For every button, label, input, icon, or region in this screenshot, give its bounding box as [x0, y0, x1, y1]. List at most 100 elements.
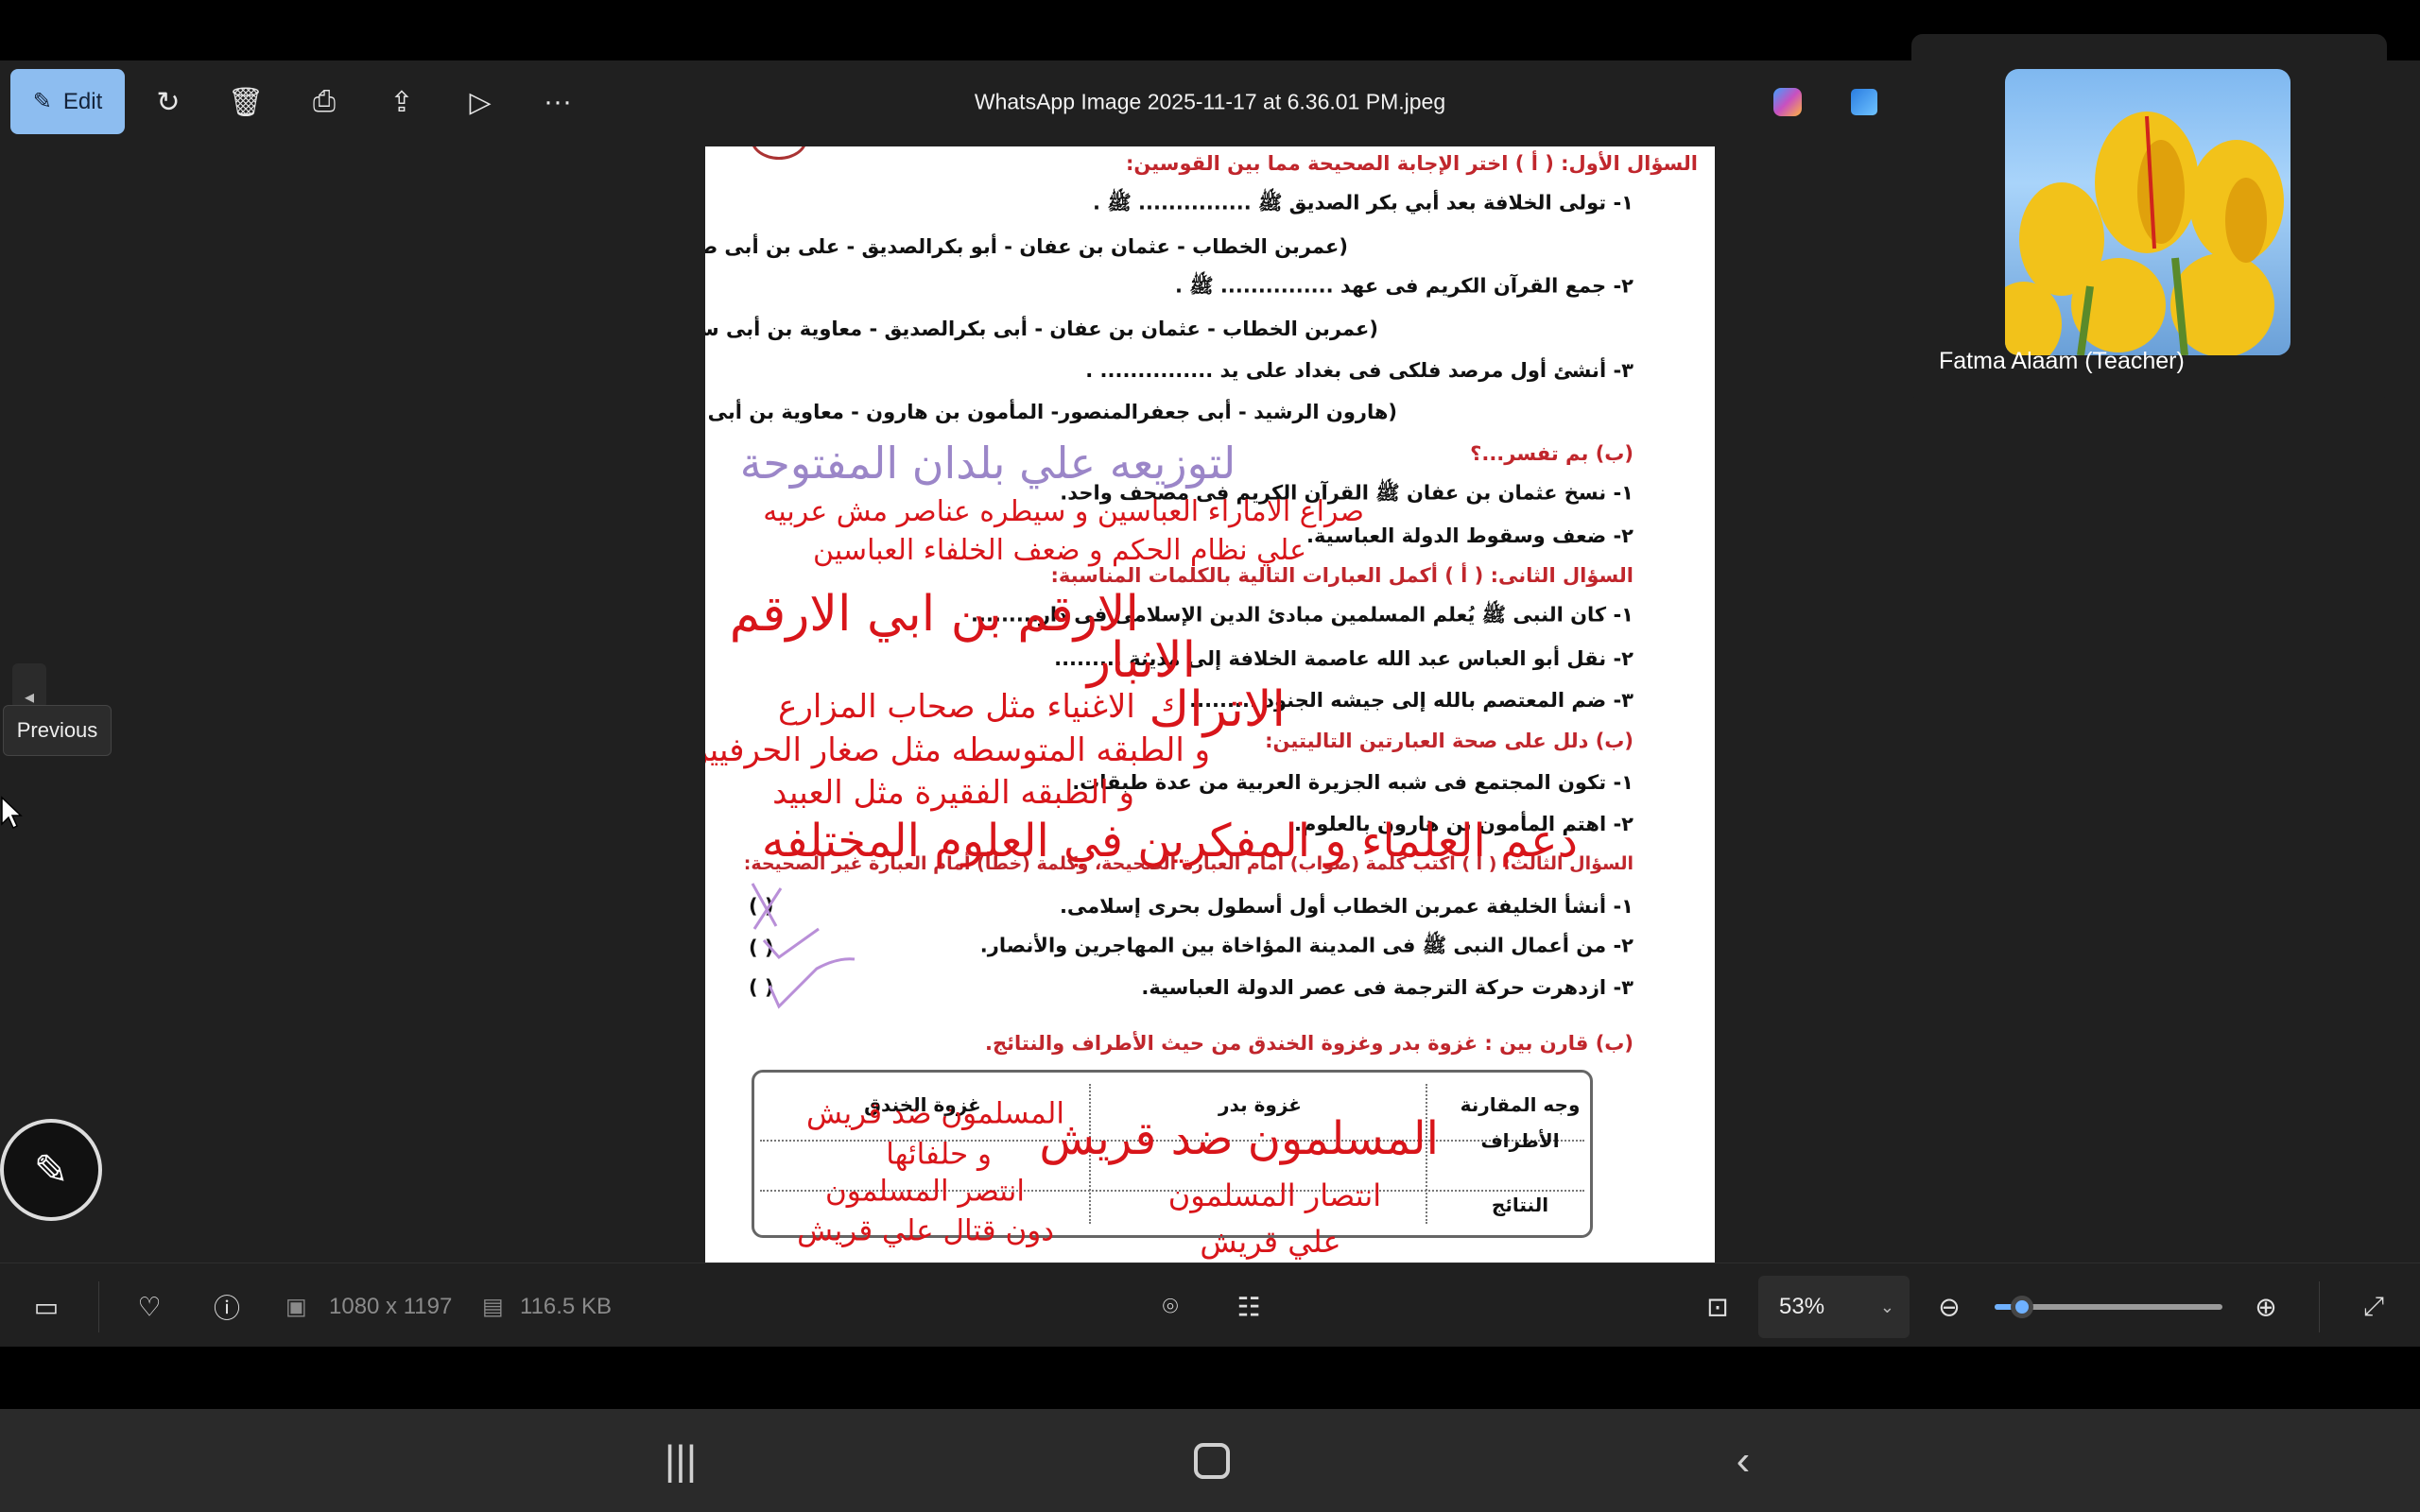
answer-b2-line2: علي نظام الحكم و ضعف الخلفاء العباسين — [819, 537, 1306, 565]
file-size: 116.5 KB — [520, 1294, 612, 1320]
q1-options-1: (عمربن الخطاب - عثمان بن عفان - أبو بكرا… — [705, 235, 1348, 258]
zoom-slider[interactable] — [1995, 1304, 2222, 1310]
home-icon — [1194, 1443, 1230, 1479]
recent-apps-button[interactable]: ||| — [665, 1437, 697, 1485]
zoom-slider-thumb[interactable] — [2011, 1296, 2033, 1318]
text-scan-icon: ☷ — [1236, 1293, 1260, 1322]
heart-icon: ♡ — [137, 1293, 161, 1322]
document-image: السؤال الأول: ( أ ) اختر الإجابة الصحيحة… — [705, 146, 1715, 1263]
edit-button[interactable]: ✎ Edit — [10, 69, 125, 134]
mouse-cursor-icon — [0, 796, 23, 830]
zoom-level: 53% — [1779, 1294, 1824, 1320]
info-icon: ⓘ — [214, 1294, 240, 1323]
q1b-header: (ب) بم تفسر...؟ — [1470, 442, 1634, 465]
slideshow-icon: ▷ — [469, 86, 491, 119]
answer-a1: الارقم بن ابي الارقم — [764, 590, 1139, 639]
back-icon: ‹ — [1737, 1437, 1751, 1484]
more-button[interactable]: ··· — [531, 76, 584, 129]
designer-button[interactable] — [1838, 76, 1891, 129]
copilot-icon — [1773, 88, 1802, 116]
q1-header: السؤال الأول: ( أ ) اختر الإجابة الصحيحة… — [1126, 152, 1698, 175]
fullscreen-button[interactable]: ⤢ — [2363, 1292, 2384, 1323]
print-button[interactable]: ⎙ — [298, 76, 351, 129]
slideshow-button[interactable]: ▷ — [454, 76, 507, 129]
android-nav-bar: ||| ‹ — [0, 1409, 2420, 1512]
zoom-out-button[interactable]: ⊖ — [1938, 1292, 1960, 1323]
answer-badr-result-line1: انتصار المسلمون — [1160, 1180, 1390, 1211]
copilot-button[interactable] — [1761, 76, 1814, 129]
scan-icon: ⌾ — [1163, 1292, 1179, 1321]
more-icon: ··· — [544, 86, 572, 118]
zoom-in-button[interactable]: ⊕ — [2255, 1292, 2276, 1323]
edit-image-icon: ✎ — [33, 88, 52, 115]
chevron-down-icon: ⌄ — [1880, 1297, 1894, 1317]
text-extract-button[interactable]: ☷ — [1236, 1292, 1260, 1323]
page-number-circle — [751, 146, 807, 160]
designer-icon — [1851, 89, 1877, 115]
annotate-pen-button[interactable]: ✎ — [0, 1119, 102, 1221]
q3-item-2: ٢- من أعمال النبى ﷺ فى المدينة المؤاخاة … — [980, 934, 1634, 963]
print-icon: ⎙ — [313, 86, 336, 118]
file-size-icon: ▤ — [482, 1294, 504, 1321]
q2-header: السؤال الثانى: ( أ ) أكمل العبارات التال… — [1050, 564, 1634, 587]
fit-icon: ⊡ — [1706, 1293, 1728, 1322]
visual-search-button[interactable]: ⌾ — [1163, 1292, 1179, 1323]
answer-c1-line2: و الطبقه المتوسطه مثل صغار الحرفيين — [705, 734, 1210, 766]
share-icon: ⇪ — [389, 86, 413, 119]
answer-khandaq-sides-line2: و حلفائها — [887, 1141, 992, 1170]
expand-icon: ⤢ — [2363, 1292, 2384, 1321]
delete-button[interactable]: 🗑 — [219, 76, 272, 129]
q1-item-3: ٣- أنشئ أول مرصد فلكى فى بغداد على يد ..… — [1085, 359, 1634, 382]
answer-badr-result-line2: علي قريش — [1193, 1227, 1348, 1257]
edit-label: Edit — [63, 89, 102, 115]
q1-item-2: ٢- جمع القرآن الكريم فى عهد ............… — [1175, 274, 1634, 303]
q2b-header: (ب) دلل على صحة العبارتين التاليتين: — [1265, 730, 1634, 752]
answer-a2: الانبار — [1076, 636, 1207, 685]
table-header-aspect: وجه المقارنة — [1461, 1093, 1581, 1116]
delete-icon: 🗑 — [228, 86, 264, 119]
recents-icon: ||| — [665, 1437, 697, 1484]
answer-c1-line1: الاغنياء مثل صحاب المزارع — [775, 691, 1138, 723]
pencil-icon: ✎ — [34, 1146, 69, 1194]
q3-item-3: ٣- ازدهرت حركة الترجمة فى عصر الدولة الع… — [1141, 976, 1634, 999]
zoom-out-icon: ⊖ — [1938, 1293, 1960, 1322]
answer-badr-sides: المسلمون ضد قريش — [1058, 1116, 1439, 1161]
q3-item-1: ١- أنشأ الخليفة عمربن الخطاب أول أسطول ب… — [1060, 895, 1634, 918]
table-row-results: النتائج — [1492, 1194, 1548, 1216]
q1-options-2: (عمربن الخطاب - عثمان بن عفان - أبى بكرا… — [705, 318, 1378, 340]
answer-c2: دعم العلماء و المفكرين في العلوم المختلف… — [783, 818, 1578, 864]
participant-photo — [2005, 69, 2290, 355]
participant-name: Fatma Alaam (Teacher) — [1939, 348, 2185, 375]
q1-options-3: (هارون الرشيد - أبى جعفرالمنصور- المأمون… — [705, 401, 1397, 423]
previous-button[interactable]: ◂ — [12, 663, 46, 709]
filmstrip-icon: ▭ — [34, 1293, 59, 1322]
zoom-level-dropdown[interactable]: 53% ⌄ — [1758, 1276, 1910, 1338]
table-row-sides: الأطراف — [1480, 1129, 1559, 1152]
zoom-in-icon: ⊕ — [2255, 1293, 2276, 1322]
check-marks — [743, 874, 866, 1016]
answer-c1-line3: و الطبقه الفقيرة مثل العبيد — [784, 777, 1134, 809]
dimensions-icon: ▣ — [285, 1294, 307, 1321]
answer-khandaq-result-line2: دون قتال علي قريش — [800, 1217, 1054, 1246]
q2b-item-1: ١- تكون المجتمع فى شبه الجزيرة العربية م… — [1072, 771, 1634, 794]
filmstrip-button[interactable]: ▭ — [34, 1292, 59, 1323]
share-button[interactable]: ⇪ — [375, 76, 428, 129]
back-button[interactable]: ‹ — [1737, 1437, 1751, 1485]
fit-to-window-button[interactable]: ⊡ — [1706, 1292, 1728, 1323]
q3b-header: (ب) قارن بين : غزوة بدر وغزوة الخندق من … — [985, 1032, 1634, 1055]
answer-khandaq-sides-line1: المسلمون ضد قريش — [821, 1100, 1064, 1129]
rotate-button[interactable]: ↻ — [142, 76, 195, 129]
answer-khandaq-result-line1: انتصر المسلمون — [835, 1177, 1025, 1207]
info-button[interactable]: ⓘ — [214, 1288, 240, 1326]
previous-tooltip: Previous — [3, 705, 112, 756]
image-dimensions: 1080 x 1197 — [329, 1294, 452, 1320]
file-title: WhatsApp Image 2025-11-17 at 6.36.01 PM.… — [975, 90, 1445, 115]
home-button[interactable] — [1194, 1443, 1230, 1479]
rotate-icon: ↻ — [156, 86, 180, 119]
participant-tile: Fatma Alaam (Teacher) — [1911, 34, 2387, 402]
answer-a3: الاتراك — [1150, 685, 1286, 734]
answer-b1: لتوزيعه علي بلدان المفتوحة — [725, 441, 1251, 485]
favorite-button[interactable]: ♡ — [137, 1292, 161, 1323]
answer-b2-line1: صراع الاماراء العباسين و سيطره عناصر مش … — [768, 498, 1364, 526]
q1-item-1: ١- تولى الخلافة بعد أبي بكر الصديق ﷺ ...… — [1093, 191, 1634, 220]
